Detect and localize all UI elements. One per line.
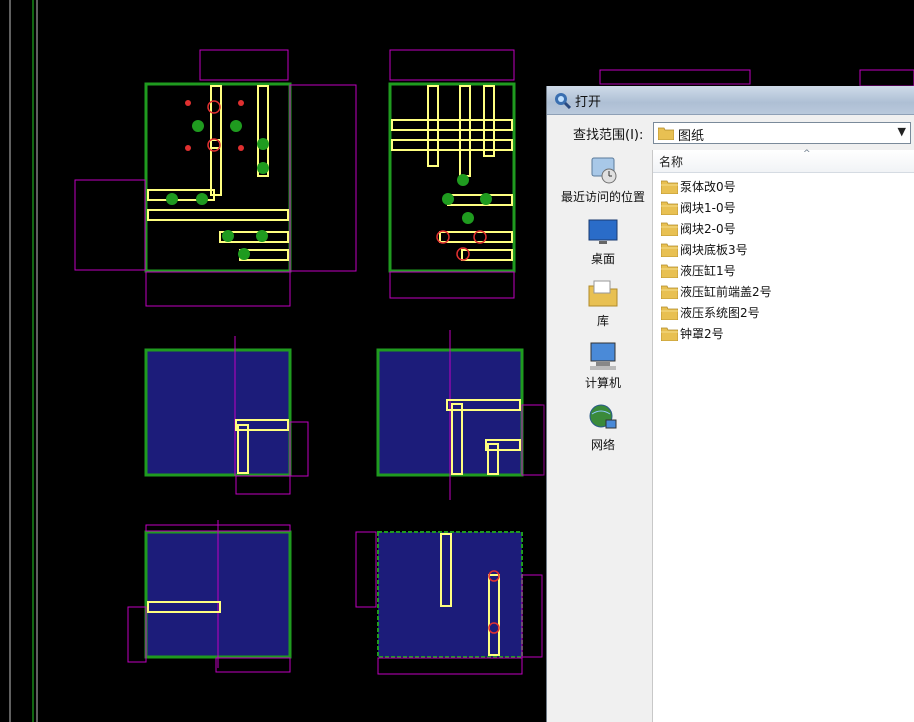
hatched-section-4 (355, 531, 543, 675)
folder-icon (661, 285, 678, 299)
dialog-title: 打开 (575, 95, 602, 110)
background-drawing-fragment (599, 69, 914, 87)
computer-icon (590, 342, 616, 370)
file-name: 钟罩2号 (680, 327, 724, 341)
look-in-value: 图纸 (678, 129, 705, 144)
place-desktop[interactable]: 桌面 (555, 216, 651, 267)
libraries-icon (588, 280, 618, 307)
file-list-item[interactable]: 阀块底板3号 (661, 239, 901, 259)
chevron-down-icon[interactable]: ▼ (898, 125, 906, 138)
folder-icon (661, 243, 678, 257)
place-label: 库 (596, 314, 609, 328)
file-name: 液压系统图2号 (680, 306, 760, 320)
place-label: 最近访问的位置 (560, 190, 645, 204)
folder-icon (661, 264, 678, 278)
place-computer[interactable]: 计算机 (555, 340, 651, 391)
look-in-dropdown[interactable]: 图纸 ▼ (653, 122, 911, 144)
file-name: 阀块1-0号 (680, 201, 736, 215)
network-icon (589, 404, 617, 429)
folder-icon (661, 327, 678, 341)
file-list: 名称 ^ 泵体改0号阀块1-0号 阀块2-0号 阀块底板3号 液压缸1号液压缸前端盖2… (652, 149, 914, 722)
place-recent[interactable]: 最近访问的位置 (555, 154, 651, 205)
file-name: 阀块2-0号 (680, 222, 736, 236)
dialog-titlebar[interactable]: 打开 (547, 86, 914, 115)
column-name-label: 名称 (659, 155, 684, 169)
hatched-section-1 (144, 336, 309, 495)
autocad-app-icon (555, 93, 571, 109)
file-list-item[interactable]: 液压系统图2号 (661, 302, 901, 322)
file-list-item[interactable]: 液压缸前端盖2号 (661, 281, 901, 301)
desktop-icon (588, 219, 618, 244)
hatched-section-2 (376, 330, 545, 500)
column-header-name[interactable]: 名称 ^ (653, 149, 914, 173)
file-list-item[interactable]: 液压缸1号 (661, 260, 901, 280)
sort-ascending-icon: ^ (803, 149, 811, 159)
folder-icon (661, 306, 678, 320)
file-list-item[interactable]: 阀块1-0号 (661, 197, 901, 217)
place-libraries[interactable]: 库 (555, 278, 651, 329)
recent-places-icon (591, 157, 617, 184)
folder-icon (661, 201, 678, 215)
file-list-item[interactable]: 泵体改0号 (661, 176, 901, 196)
file-list-item[interactable]: 钟罩2号 (661, 323, 901, 343)
file-name: 阀块底板3号 (680, 243, 748, 257)
place-label: 网络 (590, 438, 615, 452)
folder-icon (661, 222, 678, 236)
file-list-item[interactable]: 阀块2-0号 (661, 218, 901, 238)
folder-icon (661, 180, 678, 194)
file-name: 液压缸1号 (680, 264, 736, 278)
valve-block-view-1 (74, 49, 357, 307)
places-bar: 最近访问的位置 桌面 库 计算机 网络 (555, 150, 651, 722)
place-network[interactable]: 网络 (555, 402, 651, 453)
folder-icon (658, 127, 674, 140)
look-in-label: 查找范围(I): (573, 128, 644, 143)
file-name: 泵体改0号 (680, 180, 736, 194)
place-label: 计算机 (584, 376, 621, 390)
valve-block-view-2 (388, 49, 516, 299)
file-name: 液压缸前端盖2号 (680, 285, 772, 299)
hatched-section-3 (127, 520, 292, 673)
open-file-dialog: 打开 查找范围(I): 图纸 ▼ 最近访问的位置 桌面 库 计算机 网络 名称 … (546, 86, 914, 722)
place-label: 桌面 (590, 252, 615, 266)
